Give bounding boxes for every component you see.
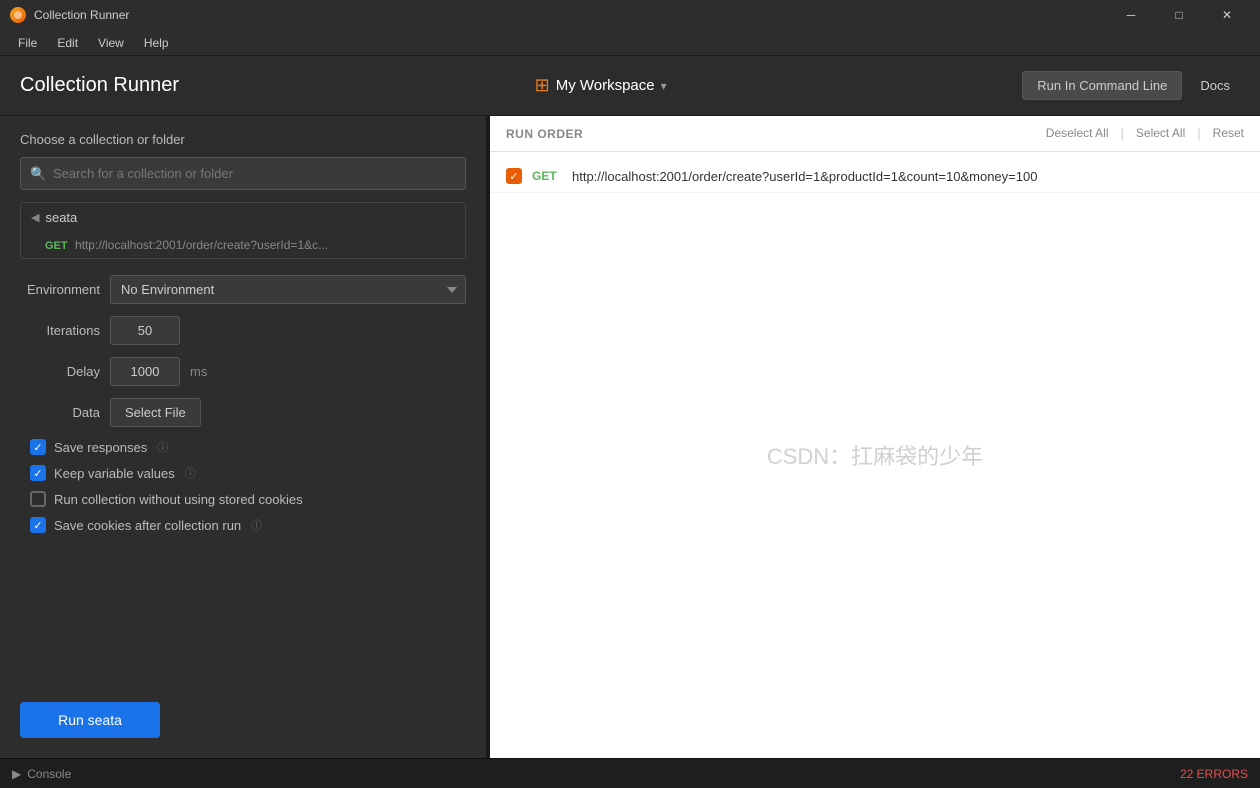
save-cookies-label: Save cookies after collection run [54, 518, 241, 533]
sub-item-url: http://localhost:2001/order/create?userI… [75, 238, 328, 252]
menu-file[interactable]: File [8, 32, 47, 54]
app-header: Collection Runner ⊞ My Workspace ▾ Run I… [0, 56, 1260, 116]
app-title: Collection Runner [20, 74, 179, 97]
environment-row: Environment No Environment [20, 275, 466, 304]
run-item-method: GET [532, 169, 562, 183]
delay-input[interactable] [110, 357, 180, 386]
collection-item-seata[interactable]: ◀ seata [21, 203, 465, 232]
left-panel-inner: Choose a collection or folder 🔍 ◀ seata … [0, 116, 486, 692]
minimize-button[interactable]: ─ [1108, 0, 1154, 30]
maximize-button[interactable]: □ [1156, 0, 1202, 30]
environment-select[interactable]: No Environment [110, 275, 466, 304]
run-command-line-button[interactable]: Run In Command Line [1022, 71, 1182, 100]
titlebar: Collection Runner ─ □ ✕ [0, 0, 1260, 30]
iterations-label: Iterations [20, 323, 100, 338]
sub-item[interactable]: GET http://localhost:2001/order/create?u… [21, 232, 465, 258]
run-order-actions: Deselect All | Select All | Reset [1046, 126, 1244, 141]
run-order-title: RUN ORDER [506, 127, 583, 141]
delay-row: Delay ms [20, 357, 466, 386]
save-responses-checkbox[interactable] [30, 439, 46, 455]
separator-1: | [1121, 126, 1124, 141]
close-button[interactable]: ✕ [1204, 0, 1250, 30]
keep-variable-info-icon[interactable]: ⓘ [185, 465, 196, 481]
main-layout: Choose a collection or folder 🔍 ◀ seata … [0, 116, 1260, 758]
run-no-cookies-label: Run collection without using stored cook… [54, 492, 303, 507]
watermark: CSDN：扛麻袋的少年 [767, 439, 983, 471]
keep-variable-label: Keep variable values [54, 466, 175, 481]
left-panel: Choose a collection or folder 🔍 ◀ seata … [0, 116, 490, 758]
checkboxes-section: Save responses ⓘ Keep variable values ⓘ … [20, 439, 466, 533]
statusbar-left: ▶ Console [12, 767, 71, 781]
search-icon: 🔍 [30, 166, 46, 182]
run-item: GET http://localhost:2001/order/create?u… [490, 160, 1260, 193]
postman-icon [10, 7, 26, 23]
data-row: Data Select File [20, 398, 466, 427]
statusbar: ▶ Console 22 ERRORS [0, 758, 1260, 788]
save-responses-row: Save responses ⓘ [20, 439, 466, 455]
save-responses-label: Save responses [54, 440, 147, 455]
console-label[interactable]: Console [27, 767, 71, 781]
iterations-input[interactable] [110, 316, 180, 345]
save-responses-info-icon[interactable]: ⓘ [157, 439, 168, 455]
titlebar-left: Collection Runner [10, 7, 129, 23]
run-order-header: RUN ORDER Deselect All | Select All | Re… [490, 116, 1260, 152]
select-all-link[interactable]: Select All [1136, 126, 1185, 141]
header-right: Run In Command Line Docs [1022, 71, 1240, 100]
run-item-checkbox[interactable] [506, 168, 522, 184]
search-input[interactable] [20, 157, 466, 190]
workspace-icon: ⊞ [535, 75, 550, 96]
menubar: File Edit View Help [0, 30, 1260, 56]
form-section: Environment No Environment Iterations De… [20, 275, 466, 427]
menu-edit[interactable]: Edit [47, 32, 88, 54]
workspace-button[interactable]: ⊞ My Workspace ▾ [535, 75, 667, 96]
menu-help[interactable]: Help [134, 32, 179, 54]
separator-2: | [1197, 126, 1200, 141]
choose-label: Choose a collection or folder [20, 132, 466, 147]
titlebar-title: Collection Runner [34, 8, 129, 22]
run-no-cookies-row: Run collection without using stored cook… [20, 491, 466, 507]
iterations-row: Iterations [20, 316, 466, 345]
run-no-cookies-checkbox[interactable] [30, 491, 46, 507]
search-box: 🔍 [20, 157, 466, 190]
docs-button[interactable]: Docs [1190, 72, 1240, 99]
chevron-down-icon: ▾ [661, 79, 667, 93]
titlebar-controls: ─ □ ✕ [1108, 0, 1250, 30]
method-get: GET [45, 240, 68, 252]
keep-variable-checkbox[interactable] [30, 465, 46, 481]
data-label: Data [20, 405, 100, 420]
delay-unit: ms [190, 364, 207, 379]
collapse-icon: ◀ [31, 211, 39, 224]
collection-list: ◀ seata GET http://localhost:2001/order/… [20, 202, 466, 259]
keep-variable-row: Keep variable values ⓘ [20, 465, 466, 481]
run-btn-wrap: Run seata [0, 692, 486, 758]
reset-link[interactable]: Reset [1213, 126, 1244, 141]
run-list: GET http://localhost:2001/order/create?u… [490, 152, 1260, 758]
delay-label: Delay [20, 364, 100, 379]
select-file-button[interactable]: Select File [110, 398, 201, 427]
errors-count: 22 ERRORS [1180, 767, 1248, 781]
run-item-url: http://localhost:2001/order/create?userI… [572, 169, 1037, 184]
environment-label: Environment [20, 282, 100, 297]
run-button[interactable]: Run seata [20, 702, 160, 738]
collection-name: seata [45, 210, 77, 225]
workspace-label: My Workspace [556, 77, 655, 94]
console-icon: ▶ [12, 767, 21, 781]
save-cookies-info-icon[interactable]: ⓘ [251, 517, 262, 533]
deselect-all-link[interactable]: Deselect All [1046, 126, 1109, 141]
menu-view[interactable]: View [88, 32, 134, 54]
right-panel: RUN ORDER Deselect All | Select All | Re… [490, 116, 1260, 758]
save-cookies-checkbox[interactable] [30, 517, 46, 533]
save-cookies-row: Save cookies after collection run ⓘ [20, 517, 466, 533]
